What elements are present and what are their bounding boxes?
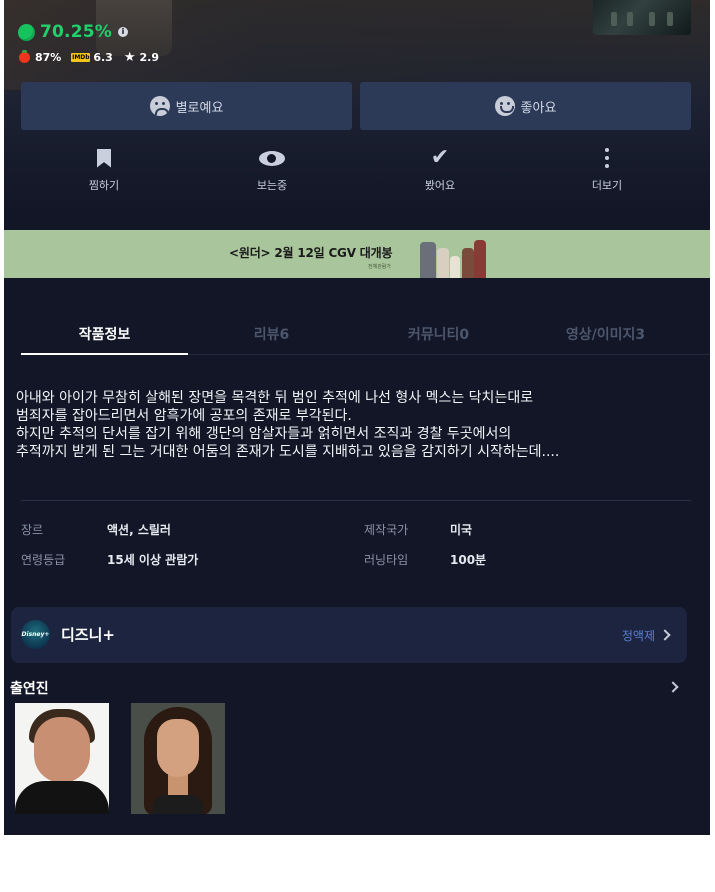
watched-label: 봤어요 (424, 179, 456, 192)
disney-plus-icon: Disney+ (21, 620, 50, 649)
tomato-score: 87% (35, 51, 62, 64)
runtime-value: 100분 (450, 553, 487, 567)
ad-person-image (450, 256, 460, 278)
age-rating-value: 15세 이상 관람가 (107, 553, 199, 567)
like-label: 좋아요 (520, 100, 557, 116)
dislike-label: 별로예요 (175, 100, 224, 116)
ad-person-image (437, 248, 449, 278)
synopsis-line: 아내와 아이가 무참히 살해된 장면을 목격한 뒤 범인 추적에 나선 형사 멕… (16, 390, 534, 406)
dislike-button[interactable]: 별로예요 (21, 82, 352, 130)
more-label: 더보기 (591, 179, 623, 192)
synopsis-line: 추적까지 받게 된 그는 거대한 어둠의 존재가 도시를 지배하고 있음을 감지… (16, 444, 560, 460)
poster-thumbnail[interactable] (593, 0, 691, 35)
runtime-label: 러닝타임 (364, 553, 409, 567)
ad-person-image (420, 242, 436, 278)
ad-person-image (474, 240, 486, 278)
bookmark-label: 찜하기 (88, 179, 120, 192)
country-value: 미국 (450, 523, 473, 537)
cast-more-chevron-icon[interactable] (667, 681, 679, 693)
section-divider (21, 500, 691, 501)
bookmark-button[interactable]: 찜하기 (44, 146, 164, 193)
score-dot-icon (18, 23, 35, 41)
happy-face-icon (494, 96, 515, 116)
sad-face-icon (149, 96, 170, 116)
genre-value: 액션, 스릴러 (107, 523, 171, 537)
tab-reviews[interactable]: 리뷰6 (188, 305, 355, 355)
eye-icon (259, 150, 285, 166)
ad-person-image (462, 248, 474, 278)
detail-tabs: 작품정보 리뷰6 커뮤니티0 영상/이미지3 (21, 305, 710, 355)
tab-media[interactable]: 영상/이미지3 (522, 305, 689, 355)
star-icon: ★ (123, 50, 136, 65)
score-value: 70.25% (40, 22, 113, 42)
ratings-row: 87% IMDb 6.3 ★ 2.9 (19, 50, 160, 65)
synopsis-line: 범죄자를 잡아드리면서 암흑가에 공포의 존재로 부각된다. (16, 408, 352, 424)
synopsis: 아내와 아이가 무참히 살해된 장면을 목격한 뒤 범인 추적에 나선 형사 멕… (16, 389, 696, 461)
star-score: 2.9 (139, 51, 160, 64)
country-label: 제작국가 (364, 523, 409, 537)
watching-label: 보는중 (256, 179, 288, 192)
check-icon: ✔ (430, 145, 450, 170)
watching-button[interactable]: 보는중 (212, 146, 332, 193)
info-icon[interactable]: i (118, 27, 129, 37)
more-button[interactable]: 더보기 (547, 146, 667, 193)
like-button[interactable]: 좋아요 (360, 82, 691, 130)
ad-banner-rating: 전체관람가 (368, 264, 392, 270)
streaming-plan: 정액제 (621, 629, 655, 643)
tab-info[interactable]: 작품정보 (21, 305, 188, 355)
cast-photo[interactable] (131, 703, 225, 814)
ad-banner-text: <원더> 2월 12일 CGV 대개봉 (229, 246, 393, 260)
more-icon (605, 148, 609, 168)
genre-label: 장르 (21, 523, 44, 537)
cast-photo[interactable] (15, 703, 109, 814)
watched-button[interactable]: ✔ 봤어요 (380, 146, 500, 193)
ad-banner[interactable]: <원더> 2월 12일 CGV 대개봉 전체관람가 (4, 230, 710, 278)
cast-section-title: 출연진 (10, 681, 49, 697)
chevron-right-icon (659, 629, 671, 641)
imdb-score: 6.3 (93, 51, 113, 64)
aggregate-score: 70.25% i (18, 22, 129, 42)
tab-community[interactable]: 커뮤니티0 (355, 305, 522, 355)
age-rating-label: 연령등급 (21, 553, 66, 567)
bookmark-icon (97, 148, 111, 168)
movie-detail-screen: 70.25% i 87% IMDb 6.3 ★ 2.9 별로예요 좋아요 찜하기… (4, 0, 710, 835)
streaming-service-name: 디즈니+ (61, 626, 115, 644)
streaming-service-row[interactable]: Disney+ 디즈니+ 정액제 (11, 607, 687, 663)
tomato-icon (19, 50, 30, 63)
synopsis-line: 하지만 추적의 단서를 잡기 위해 갱단의 암살자들과 얽히면서 조직과 경찰 … (16, 426, 512, 442)
imdb-icon: IMDb (71, 53, 91, 62)
